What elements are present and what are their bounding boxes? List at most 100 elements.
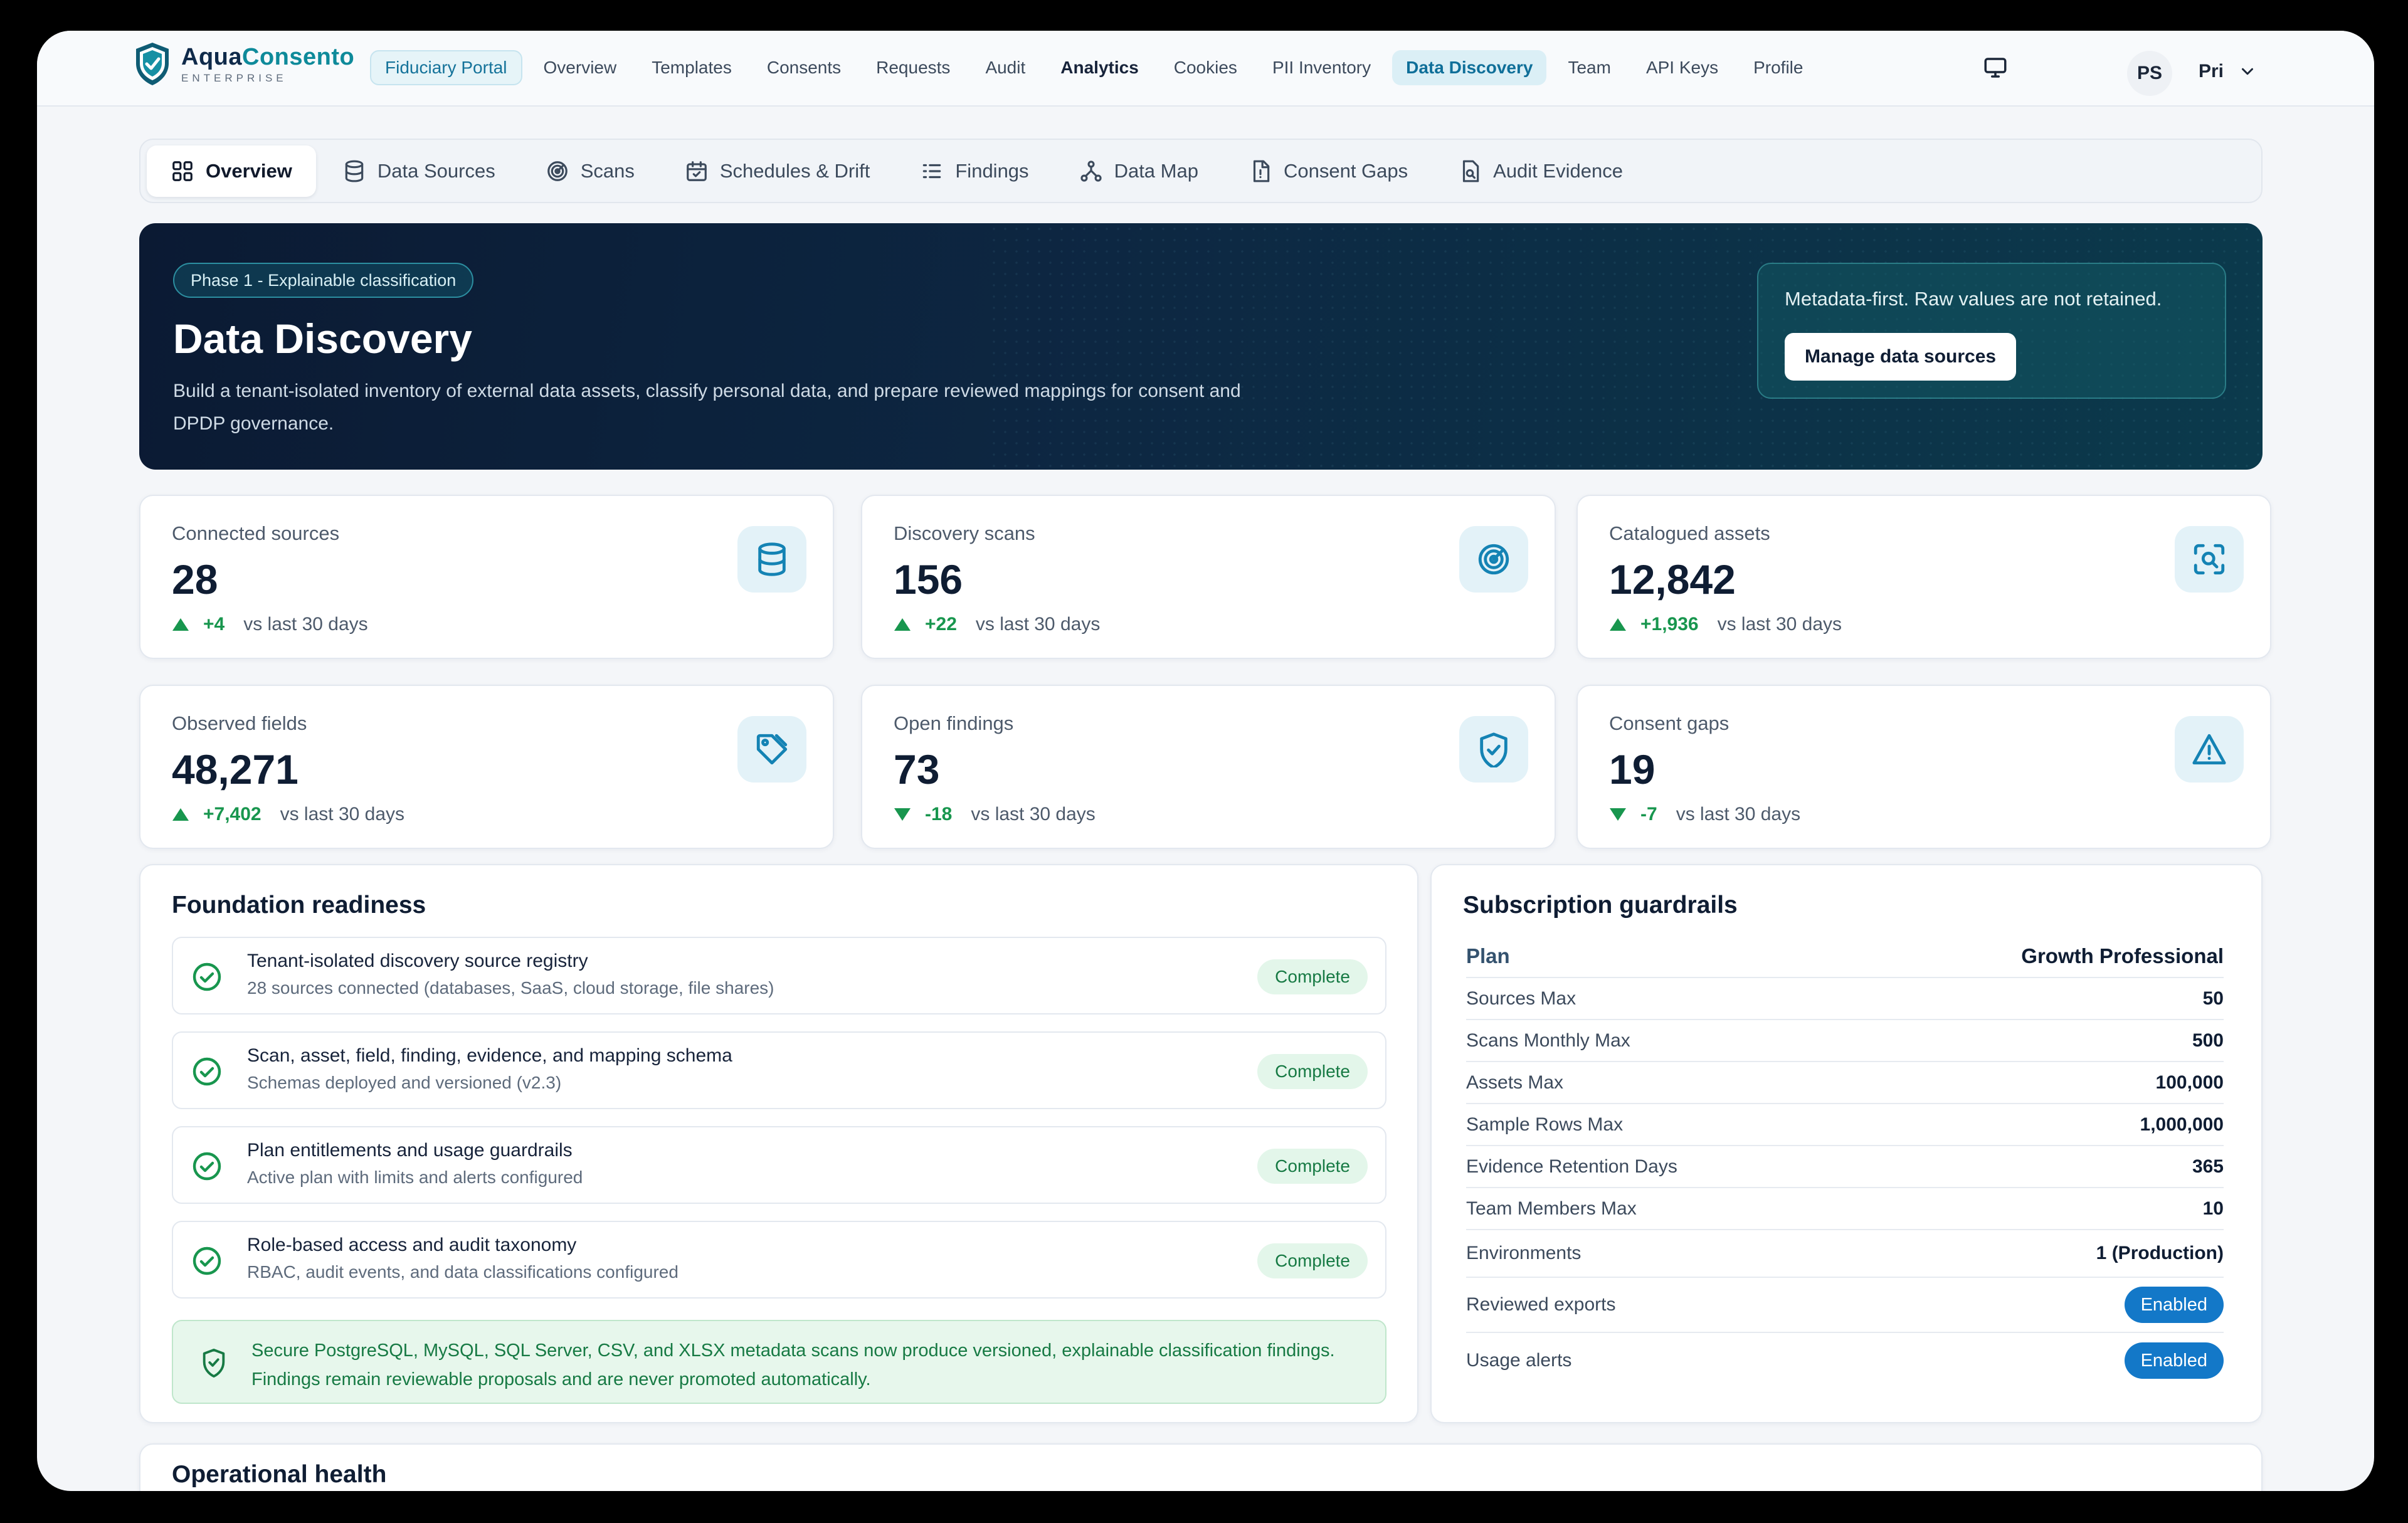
user-menu-name[interactable]: Pri (2199, 61, 2224, 82)
stat-delta: -18 (925, 804, 953, 825)
tab-label: Data Sources (377, 159, 495, 182)
readiness-item: Plan entitlements and usage guardrails Ac… (172, 1126, 1386, 1204)
guardrail-row-sample-rows-max: Sample Rows Max 1,000,000 (1466, 1104, 2224, 1146)
nav-item-overview[interactable]: Overview (530, 50, 631, 85)
stat-value: 156 (894, 556, 963, 603)
stat-icon-tile (737, 716, 806, 783)
operational-health-title: Operational health (172, 1461, 387, 1488)
stat-icon-tile (2175, 716, 2244, 783)
tab-data-map[interactable]: Data Map (1055, 145, 1222, 197)
stat-label: Open findings (894, 712, 1014, 734)
stat-card-catalogued-assets[interactable]: Catalogued assets 12,842 +1,936 vs last 30 … (1576, 495, 2271, 659)
tab-label: Findings (955, 159, 1029, 182)
tab-label: Audit Evidence (1493, 159, 1623, 182)
stat-card-observed-fields[interactable]: Observed fields 48,271 +7,402 vs last 30 da… (139, 685, 834, 849)
stat-period: vs last 30 days (243, 614, 368, 635)
operational-health-panel: Operational health (139, 1443, 2263, 1491)
guardrail-value: 1,000,000 (2140, 1114, 2224, 1135)
nav-item-fiduciary-portal[interactable]: Fiduciary Portal (370, 50, 522, 85)
stat-label: Discovery scans (894, 522, 1035, 544)
nav-item-data-discovery[interactable]: Data Discovery (1392, 50, 1547, 85)
tab-label: Overview (206, 159, 292, 182)
stat-card-connected-sources[interactable]: Connected sources 28 +4 vs last 30 days (139, 495, 834, 659)
status-badge: Complete (1257, 1149, 1368, 1184)
nav-item-consents[interactable]: Consents (753, 50, 855, 85)
readiness-item-title: Tenant-isolated discovery source registr… (247, 951, 588, 971)
evidence-icon (1463, 160, 1479, 182)
stat-period: vs last 30 days (975, 614, 1101, 635)
trend-down-icon (894, 808, 911, 821)
stat-card-discovery-scans[interactable]: Discovery scans 156 +22 vs last 30 days (861, 495, 1556, 659)
status-badge: Complete (1257, 959, 1368, 994)
guardrail-row-team-members-max: Team Members Max 10 (1466, 1188, 2224, 1230)
guardrail-value: 50 (2202, 988, 2224, 1009)
guardrail-label: Usage alerts (1466, 1350, 1572, 1371)
brand-logo[interactable]: AquaConsento ENTERPRISE (132, 41, 354, 87)
tab-findings[interactable]: Findings (896, 145, 1052, 197)
nav-item-profile[interactable]: Profile (1740, 50, 1817, 85)
discovery-tabs: Overview Data Sources Scans Schedules & Dri… (139, 139, 2263, 203)
stat-delta: +1,936 (1640, 614, 1699, 635)
enabled-pill[interactable]: Enabled (2124, 1342, 2224, 1379)
stat-card-consent-gaps[interactable]: Consent gaps 19 -7 vs last 30 days (1576, 685, 2271, 849)
guardrail-label: Sources Max (1466, 988, 1576, 1009)
guardrail-row-assets-max: Assets Max 100,000 (1466, 1062, 2224, 1104)
stat-delta: +4 (203, 614, 225, 635)
guardrail-value: 500 (2192, 1030, 2224, 1051)
guardrail-value: 365 (2192, 1156, 2224, 1177)
tab-data-sources[interactable]: Data Sources (319, 145, 519, 197)
manage-data-sources-button[interactable]: Manage data sources (1785, 333, 2017, 381)
avatar[interactable]: PS (2127, 51, 2172, 96)
enabled-pill[interactable]: Enabled (2124, 1287, 2224, 1323)
chevron-down-icon[interactable] (2238, 62, 2257, 81)
stat-trend: +22 vs last 30 days (894, 614, 1100, 635)
tab-consent-gaps[interactable]: Consent Gaps (1225, 145, 1432, 197)
monitor-icon[interactable] (1982, 55, 2009, 81)
nav-item-cookies[interactable]: Cookies (1160, 50, 1251, 85)
metadata-notice-text: Metadata-first. Raw values are not retai… (1785, 288, 2162, 310)
guardrail-row-environments: Environments 1 (Production) (1466, 1230, 2224, 1278)
list-icon (923, 164, 941, 178)
nav-item-templates[interactable]: Templates (638, 50, 746, 85)
nav-item-audit[interactable]: Audit (971, 50, 1039, 85)
stat-period: vs last 30 days (1676, 804, 1801, 825)
foundation-readiness-panel: Foundation readiness Tenant-isolated dis… (139, 864, 1418, 1423)
guardrail-value: 100,000 (2155, 1072, 2224, 1093)
tab-label: Schedules & Drift (719, 159, 870, 182)
plan-value: Growth Professional (2021, 944, 2224, 967)
guardrail-label: Sample Rows Max (1466, 1114, 1624, 1135)
tab-scans[interactable]: Scans (522, 145, 658, 197)
app-window: AquaConsento ENTERPRISE Fiduciary Portal… (37, 31, 2374, 1491)
scan-search-icon (2194, 544, 2225, 575)
plan-row: Plan Growth Professional (1466, 935, 2224, 978)
guardrail-label: Evidence Retention Days (1466, 1156, 1677, 1177)
guardrail-label: Assets Max (1466, 1072, 1564, 1093)
tab-schedules-and-drift[interactable]: Schedules & Drift (661, 145, 894, 197)
tab-overview[interactable]: Overview (147, 145, 316, 197)
readiness-item-subtitle: RBAC, audit events, and data classificat… (247, 1262, 679, 1282)
radar-icon (1478, 544, 1509, 575)
stat-card-open-findings[interactable]: Open findings 73 -18 vs last 30 days (861, 685, 1556, 849)
readiness-item: Scan, asset, field, finding, evidence, a… (172, 1031, 1386, 1109)
readiness-item-subtitle: Schemas deployed and versioned (v2.3) (247, 1073, 562, 1092)
stat-trend: -18 vs last 30 days (894, 804, 1096, 825)
database-icon (345, 160, 364, 182)
stat-trend: +7,402 vs last 30 days (172, 804, 404, 825)
stat-label: Connected sources (172, 522, 340, 544)
tab-audit-evidence[interactable]: Audit Evidence (1434, 145, 1647, 197)
shield-check-icon (203, 1349, 225, 1378)
trend-up-icon (172, 618, 189, 631)
page-description: Build a tenant-isolated inventory of ext… (173, 381, 1241, 434)
nav-item-api-keys[interactable]: API Keys (1632, 50, 1732, 85)
stat-delta: -7 (1640, 804, 1657, 825)
nav-item-team[interactable]: Team (1554, 50, 1624, 85)
nav-item-pii-inventory[interactable]: PII Inventory (1259, 50, 1385, 85)
stat-value: 28 (172, 556, 218, 603)
nav-item-requests[interactable]: Requests (862, 50, 964, 85)
stat-trend: -7 vs last 30 days (1609, 804, 1800, 825)
nav-item-analytics[interactable]: Analytics (1047, 50, 1153, 85)
tab-label: Consent Gaps (1283, 159, 1408, 182)
stat-label: Consent gaps (1609, 712, 1729, 734)
guardrail-row-sources-max: Sources Max 50 (1466, 978, 2224, 1020)
tab-label: Data Map (1114, 159, 1198, 182)
